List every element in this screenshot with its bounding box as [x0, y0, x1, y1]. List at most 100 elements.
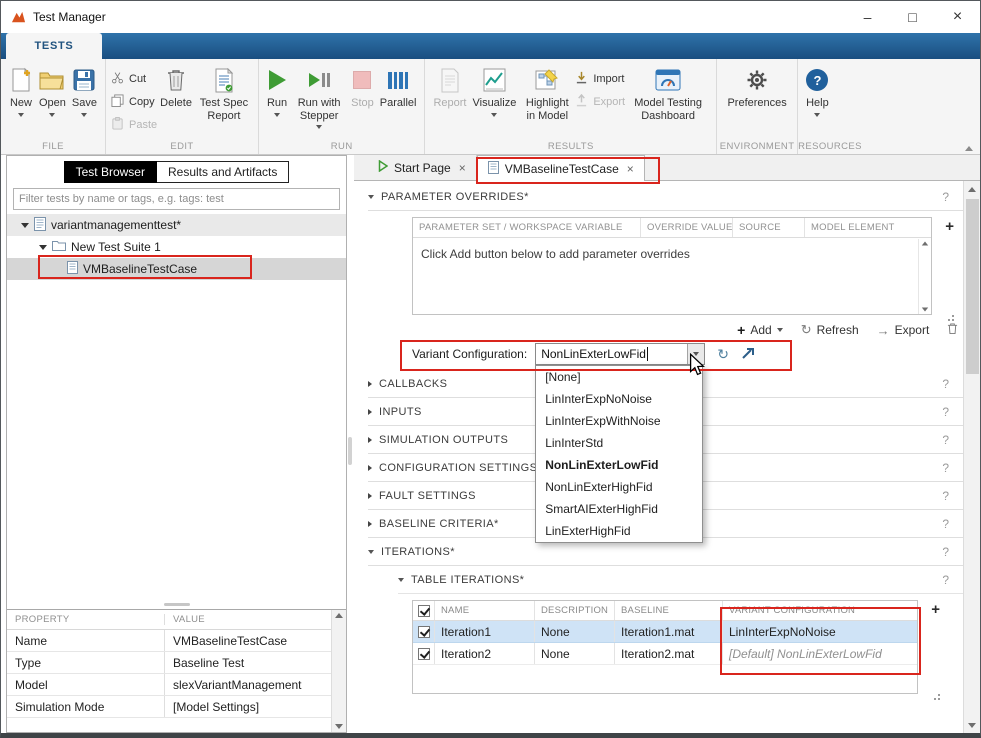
resize-grip[interactable]	[944, 311, 954, 321]
app-icon	[11, 10, 26, 25]
minimize-button[interactable]: –	[845, 1, 890, 33]
resize-grip[interactable]	[930, 690, 940, 700]
main-scrollbar[interactable]	[963, 181, 980, 733]
row-checkbox[interactable]	[418, 626, 430, 638]
vertical-splitter[interactable]	[347, 155, 354, 733]
variant-configuration-combobox[interactable]: NonLinExterLowFid	[535, 343, 705, 365]
property-column-header: PROPERTY	[7, 614, 165, 625]
property-scrollbar[interactable]	[331, 610, 346, 732]
section-help-icon[interactable]: ?	[942, 377, 949, 391]
run-with-stepper-button[interactable]: Run with Stepper	[290, 64, 348, 131]
refresh-variant-icon[interactable]: ↻	[717, 346, 729, 363]
cut-button[interactable]: Cut	[111, 71, 157, 87]
help-button[interactable]: ? Help	[803, 64, 832, 119]
tab-vmbaselinetestcase[interactable]: VMBaselineTestCase ×	[477, 155, 645, 181]
close-tab-icon[interactable]: ×	[459, 161, 466, 175]
row-checkbox[interactable]	[418, 648, 430, 660]
dropdown-option[interactable]: LinExterHighFid	[536, 520, 702, 542]
dropdown-option[interactable]: LinInterExpNoNoise	[536, 388, 702, 410]
highlight-in-model-button[interactable]: Highlight in Model	[519, 64, 575, 124]
close-button[interactable]: ×	[935, 1, 980, 33]
tab-tests[interactable]: TESTS	[6, 33, 102, 59]
select-all-checkbox[interactable]	[418, 605, 430, 617]
property-row[interactable]: Name VMBaselineTestCase	[7, 630, 331, 652]
new-button[interactable]: New	[6, 64, 36, 119]
section-help-icon[interactable]: ?	[942, 517, 949, 531]
scrollbar-thumb[interactable]	[966, 199, 979, 374]
collapse-ribbon-icon[interactable]	[965, 146, 973, 151]
property-row[interactable]: Model slexVariantManagement	[7, 674, 331, 696]
section-table-iterations[interactable]: TABLE ITERATIONS* ?	[398, 566, 963, 594]
save-button[interactable]: Save	[69, 64, 100, 119]
table-row[interactable]: Iteration2 None Iteration2.mat [Default]…	[413, 643, 917, 665]
property-row[interactable]: Simulation Mode [Model Settings]	[7, 696, 331, 718]
refresh-button[interactable]: ↻ Refresh	[801, 322, 859, 338]
model-testing-dashboard-button[interactable]: Model Testing Dashboard	[625, 64, 711, 124]
table-row[interactable]: Iteration1 None Iteration1.mat LinInterE…	[413, 621, 917, 643]
ribbon-group-edit: Cut Copy Paste	[106, 59, 259, 154]
table-scrollbar[interactable]	[918, 239, 931, 314]
visualize-button[interactable]: Visualize	[469, 64, 519, 119]
section-parameter-overrides[interactable]: PARAMETER OVERRIDES* ?	[368, 183, 963, 211]
import-button[interactable]: Import	[575, 71, 625, 87]
stop-label: Stop	[351, 97, 374, 110]
section-help-icon[interactable]: ?	[942, 461, 949, 475]
add-row-button[interactable]: +	[945, 218, 954, 235]
copy-button[interactable]: Copy	[111, 94, 157, 110]
document-tab-bar: Start Page × VMBaselineTestCase ×	[354, 155, 980, 181]
maximize-button[interactable]: □	[890, 1, 935, 33]
open-button[interactable]: Open	[36, 64, 69, 119]
stop-button[interactable]: Stop	[348, 64, 377, 112]
export-button[interactable]: Export	[575, 94, 625, 110]
help-label: Help	[806, 97, 829, 110]
open-variant-manager-icon[interactable]	[741, 346, 756, 363]
column-header: MODEL ELEMENT	[805, 218, 931, 237]
filter-tests-input[interactable]	[13, 188, 340, 210]
tree-item-test-case[interactable]: VMBaselineTestCase	[7, 258, 346, 280]
test-case-icon	[488, 161, 499, 177]
dropdown-option[interactable]: LinInterStd	[536, 432, 702, 454]
property-row[interactable]: Type Baseline Test	[7, 652, 331, 674]
section-help-icon[interactable]: ?	[942, 489, 949, 503]
scroll-up-icon[interactable]	[968, 187, 976, 192]
parallel-button[interactable]: Parallel	[377, 64, 420, 112]
dropdown-option[interactable]: [None]	[536, 366, 702, 388]
dropdown-option-selected[interactable]: NonLinExterLowFid	[536, 454, 702, 476]
combobox-dropdown-button[interactable]	[687, 344, 704, 364]
scroll-up-icon[interactable]	[335, 613, 343, 618]
highlight-icon	[535, 66, 559, 94]
export-button[interactable]: → Export	[877, 323, 930, 338]
section-help-icon[interactable]: ?	[942, 545, 949, 559]
scroll-down-icon[interactable]	[335, 724, 343, 729]
test-spec-report-button[interactable]: Test Spec Report	[195, 64, 253, 124]
dropdown-option[interactable]: NonLinExterHighFid	[536, 476, 702, 498]
horizontal-splitter[interactable]	[7, 600, 346, 609]
section-help-icon[interactable]: ?	[942, 573, 949, 587]
dropdown-option[interactable]: SmartAIExterHighFid	[536, 498, 702, 520]
close-tab-icon[interactable]: ×	[627, 162, 634, 176]
add-iteration-button[interactable]: +	[931, 601, 940, 618]
chevron-down-icon	[18, 113, 24, 117]
report-button[interactable]: Report	[430, 64, 469, 112]
delete-button[interactable]: Delete	[947, 322, 963, 338]
empty-table-hint: Click Add button below to add parameter …	[413, 238, 931, 270]
section-help-icon[interactable]: ?	[942, 190, 949, 204]
scroll-up-icon[interactable]	[922, 242, 928, 246]
paste-button[interactable]: Paste	[111, 117, 157, 133]
scroll-down-icon[interactable]	[922, 308, 928, 312]
add-button[interactable]: + Add	[737, 322, 783, 338]
tab-results-and-artifacts[interactable]: Results and Artifacts	[157, 161, 289, 183]
section-help-icon[interactable]: ?	[942, 405, 949, 419]
tree-item-test-file[interactable]: variantmanagementtest*	[7, 214, 346, 236]
tree-item-test-suite[interactable]: New Test Suite 1	[7, 236, 346, 258]
test-spec-report-label: Test Spec Report	[198, 97, 250, 122]
dropdown-option[interactable]: LinInterExpWithNoise	[536, 410, 702, 432]
tab-start-page[interactable]: Start Page ×	[368, 155, 477, 180]
section-help-icon[interactable]: ?	[942, 433, 949, 447]
scroll-down-icon[interactable]	[968, 723, 976, 728]
preferences-button[interactable]: Preferences	[722, 64, 792, 112]
open-label: Open	[39, 97, 66, 110]
tab-test-browser[interactable]: Test Browser	[64, 161, 157, 183]
run-button[interactable]: Run	[264, 64, 290, 119]
delete-button[interactable]: Delete	[157, 64, 195, 112]
